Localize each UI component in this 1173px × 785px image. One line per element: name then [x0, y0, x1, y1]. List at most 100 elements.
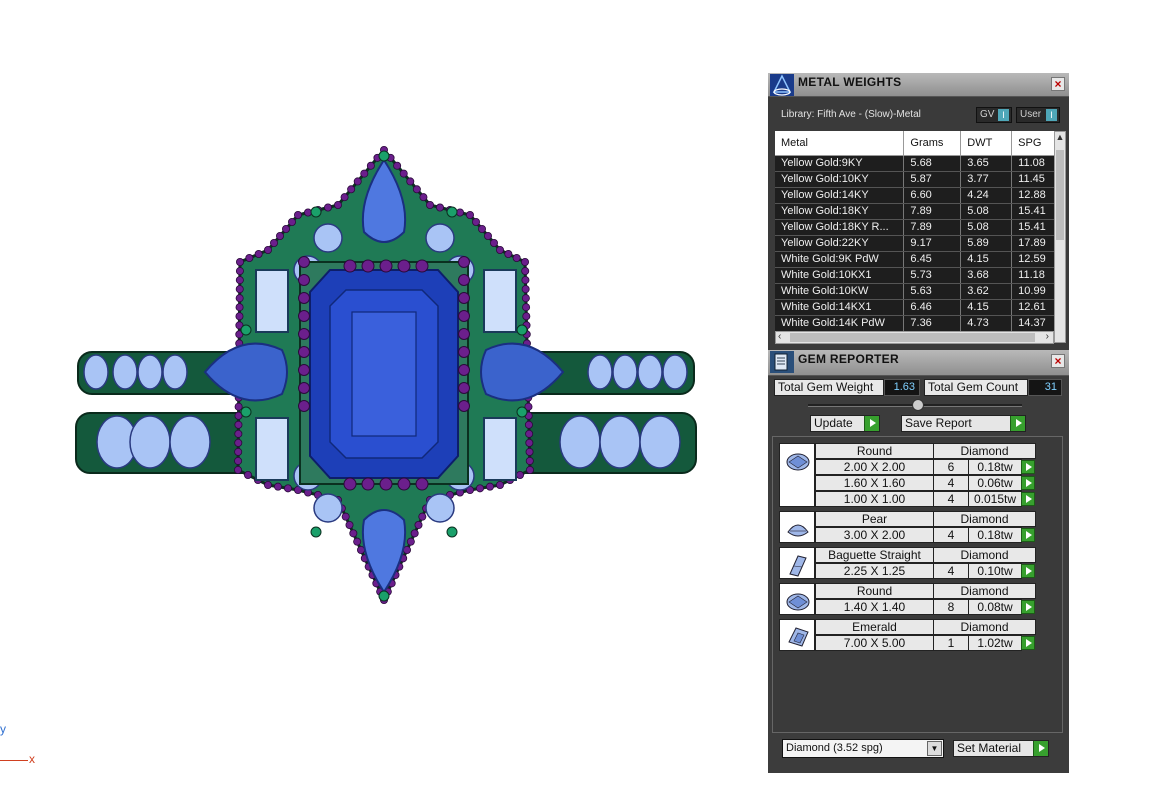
- gem-reporter-close-button[interactable]: ×: [1051, 354, 1065, 368]
- gem-group[interactable]: Round Diamond 1.40 X 1.40 8 0.08tw: [779, 583, 1037, 615]
- column-header-spg[interactable]: SPG: [1011, 131, 1054, 156]
- halo-bead: [410, 529, 419, 538]
- metal-weights-titlebar[interactable]: METAL WEIGHTS ×: [768, 73, 1069, 97]
- column-header-metal[interactable]: Metal: [775, 131, 905, 156]
- halo-bead: [234, 438, 243, 447]
- gem-count-cell: 1: [933, 635, 969, 651]
- axis-x-line: [0, 760, 28, 761]
- column-header-dwt[interactable]: DWT: [960, 131, 1013, 156]
- column-header-grams[interactable]: Grams: [903, 131, 962, 156]
- metal-weights-close-button[interactable]: ×: [1051, 77, 1065, 91]
- halo-bead: [455, 208, 464, 217]
- dwt-cell: 4.73: [960, 315, 1013, 331]
- save-report-button[interactable]: Save Report: [901, 415, 1026, 432]
- table-row[interactable]: White Gold:9K PdW 6.45 4.15 12.59: [775, 251, 1054, 268]
- spg-cell: 12.88: [1011, 187, 1054, 204]
- band-diamond: [587, 354, 613, 390]
- metal-weights-table[interactable]: Metal Grams DWT SPG Yellow Gold:9KY 5.68 3…: [775, 131, 1054, 331]
- round-diamond: [425, 493, 455, 523]
- table-row[interactable]: Yellow Gold:9KY 5.68 3.65 11.08: [775, 155, 1054, 172]
- material-select[interactable]: Diamond (3.52 spg) ▼: [782, 739, 944, 758]
- table-row[interactable]: Yellow Gold:18KY 7.89 5.08 15.41: [775, 203, 1054, 220]
- gem-weight-cell: 0.18tw: [968, 459, 1022, 475]
- metal-name-cell: Yellow Gold:9KY: [775, 155, 905, 172]
- ring-render: [75, 145, 697, 605]
- halo-bead: [340, 193, 349, 202]
- save-report-button-label: Save Report: [905, 416, 972, 430]
- gv-toggle-knob: I: [998, 109, 1009, 121]
- select-gems-button[interactable]: [1021, 564, 1035, 578]
- metal-table-vertical-scrollbar[interactable]: ▲: [1054, 131, 1066, 343]
- table-row[interactable]: Yellow Gold:22KY 9.17 5.89 17.89: [775, 235, 1054, 252]
- dwt-cell: 3.77: [960, 171, 1013, 188]
- table-row[interactable]: Yellow Gold:18KY R... 7.89 5.08 15.41: [775, 219, 1054, 236]
- table-row[interactable]: White Gold:10KX1 5.73 3.68 11.18: [775, 267, 1054, 284]
- user-toggle[interactable]: User I: [1016, 107, 1060, 123]
- baguette-gem-icon: [779, 547, 815, 579]
- user-toggle-label: User: [1020, 109, 1042, 120]
- gem-list[interactable]: Round Diamond 2.00 X 2.00 6 0.18tw 1.60 X 1.6…: [772, 436, 1063, 733]
- halo-bead: [425, 200, 434, 209]
- user-toggle-knob: I: [1046, 109, 1057, 121]
- halo-bead: [465, 210, 474, 219]
- dwt-cell: 3.68: [960, 267, 1013, 284]
- metal-name-cell: White Gold:14KX1: [775, 299, 905, 316]
- scroll-right-icon[interactable]: ›: [1046, 331, 1049, 342]
- prong: [240, 406, 252, 418]
- select-gems-button[interactable]: [1021, 528, 1035, 542]
- select-gems-button[interactable]: [1021, 476, 1035, 490]
- center-bead: [298, 310, 310, 322]
- center-bead: [415, 477, 429, 491]
- horizontal-scroll-thumb[interactable]: [790, 333, 1035, 342]
- metal-name-cell: White Gold:10KX1: [775, 267, 905, 284]
- gem-group[interactable]: Baguette Straight Diamond 2.25 X 1.25 4 0.10…: [779, 547, 1037, 579]
- prong: [378, 150, 390, 162]
- table-row[interactable]: Yellow Gold:14KY 6.60 4.24 12.88: [775, 187, 1054, 204]
- halo-bead: [522, 303, 531, 312]
- select-gems-button[interactable]: [1021, 492, 1035, 506]
- gem-size-cell: 7.00 X 5.00: [815, 635, 934, 651]
- gem-reporter-titlebar[interactable]: GEM REPORTER ×: [768, 350, 1069, 376]
- table-row[interactable]: White Gold:10KW 5.63 3.62 10.99: [775, 283, 1054, 300]
- select-gems-button[interactable]: [1021, 460, 1035, 474]
- vertical-scroll-thumb[interactable]: [1056, 150, 1064, 240]
- select-gems-button[interactable]: [1021, 600, 1035, 614]
- center-bead: [397, 477, 411, 491]
- halo-bead: [273, 482, 282, 491]
- metal-table-horizontal-scrollbar[interactable]: ‹ ›: [775, 331, 1054, 344]
- emerald-gem-icon: [779, 619, 815, 651]
- halo-bead: [234, 447, 243, 456]
- set-material-button[interactable]: Set Material: [953, 740, 1049, 757]
- round-diamond: [425, 223, 455, 253]
- center-bead: [458, 292, 470, 304]
- center-bead: [361, 259, 375, 273]
- halo-bead: [287, 217, 296, 226]
- grams-cell: 7.89: [903, 203, 962, 220]
- gem-group[interactable]: Pear Diamond 3.00 X 2.00 4 0.18tw: [779, 511, 1037, 543]
- halo-bead: [263, 480, 272, 489]
- metal-name-cell: Yellow Gold:18KY: [775, 203, 905, 220]
- gem-slider-knob[interactable]: [912, 399, 924, 411]
- gem-weight-cell: 0.10tw: [968, 563, 1022, 579]
- halo-bead: [293, 210, 302, 219]
- table-row[interactable]: White Gold:14KX1 6.46 4.15 12.61: [775, 299, 1054, 316]
- center-bead: [379, 477, 393, 491]
- round-diamond: [313, 493, 343, 523]
- table-row[interactable]: Yellow Gold:10KY 5.87 3.77 11.45: [775, 171, 1054, 188]
- center-bead: [397, 259, 411, 273]
- prong: [310, 526, 322, 538]
- gem-group[interactable]: Round Diamond 2.00 X 2.00 6 0.18tw 1.60 X 1.6…: [779, 443, 1037, 507]
- gem-group[interactable]: Emerald Diamond 7.00 X 5.00 1 1.02tw: [779, 619, 1037, 651]
- gv-toggle[interactable]: GV I: [976, 107, 1012, 123]
- table-row[interactable]: White Gold:14K PdW 7.36 4.73 14.37: [775, 315, 1054, 331]
- scroll-up-icon[interactable]: ▲: [1055, 132, 1065, 142]
- halo-bead: [235, 257, 244, 266]
- halo-bead: [525, 456, 534, 465]
- update-button[interactable]: Update: [810, 415, 880, 432]
- cad-viewport[interactable]: y x: [0, 0, 768, 785]
- chevron-down-icon[interactable]: ▼: [927, 741, 942, 756]
- scroll-left-icon[interactable]: ‹: [778, 331, 781, 342]
- halo-bead: [399, 169, 408, 178]
- halo-bead: [233, 465, 242, 474]
- select-gems-button[interactable]: [1021, 636, 1035, 650]
